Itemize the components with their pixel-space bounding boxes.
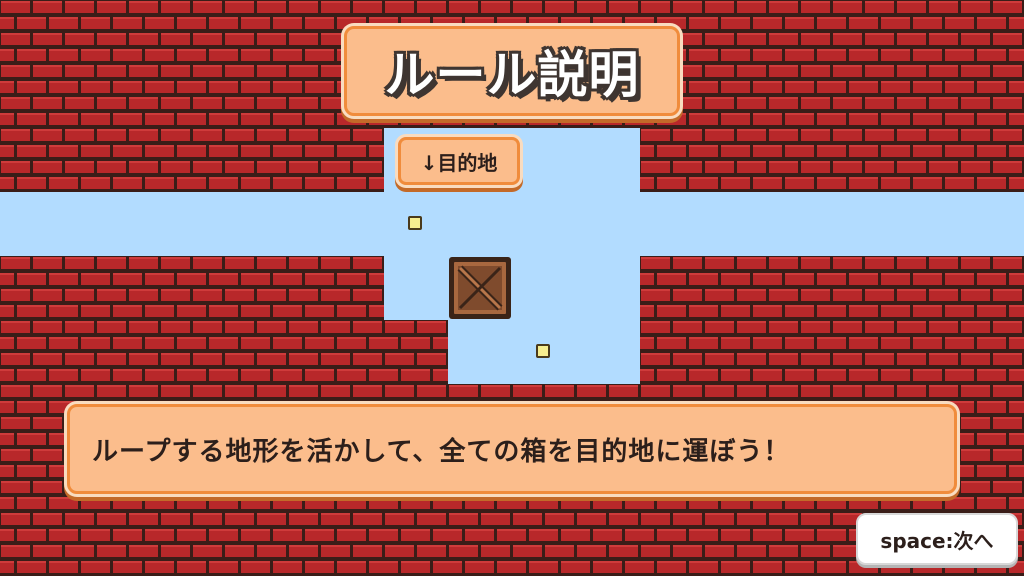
goal-marker-icon [408,216,422,230]
page-title: ルール説明 [384,46,640,104]
wooden-crate-icon [449,257,511,319]
goal-label-badge: ↓目的地 [398,137,520,185]
title-banner: ルール説明 [344,26,680,116]
next-page-label: space:次へ [880,528,994,553]
next-page-button[interactable]: space:次へ [856,513,1018,565]
goal-label-text: ↓目的地 [420,150,498,175]
rule-message-box: ループする地形を活かして、全ての箱を目的地に運ぼう！ [67,404,957,494]
goal-marker-icon [536,344,550,358]
rule-message-text: ループする地形を活かして、全ての箱を目的地に運ぼう！ [92,436,791,467]
